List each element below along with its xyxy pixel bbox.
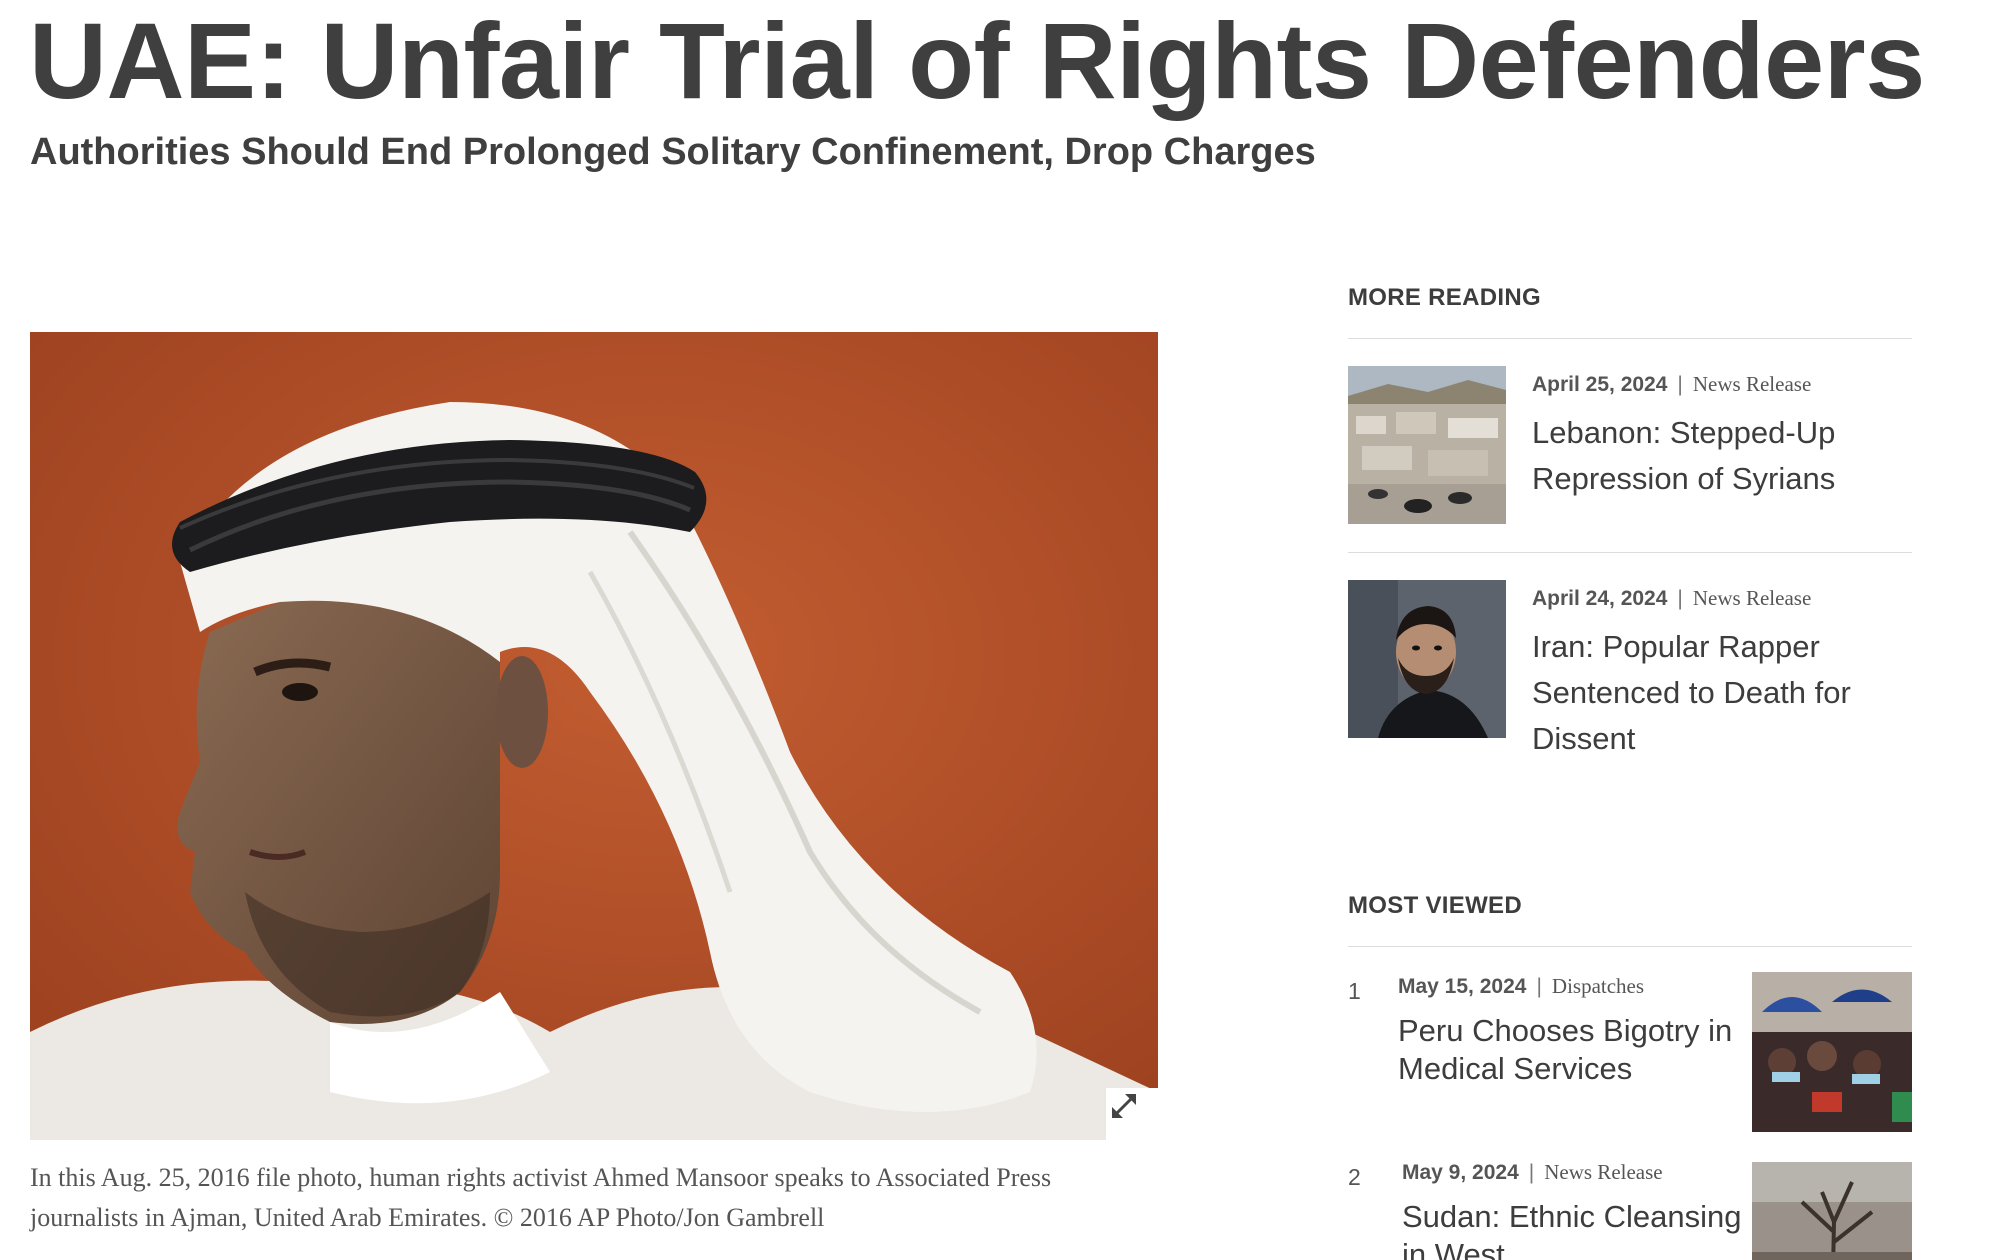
article-date: April 25, 2024 [1532,373,1668,396]
meta-separator: | [1528,1161,1535,1184]
photo-caption: In this Aug. 25, 2016 file photo, human … [30,1163,1052,1232]
most-viewed-meta: May 9, 2024 | News Release [1402,1160,1663,1185]
more-reading-link[interactable]: Iran: Popular Rapper Sentenced to Death … [1532,624,1892,762]
article-type: News Release [1692,372,1812,396]
more-reading-thumbnail[interactable] [1348,366,1506,524]
meta-separator: | [1677,373,1683,396]
more-reading-thumbnail[interactable] [1348,580,1506,738]
more-reading-item[interactable]: April 25, 2024 | News Release Lebanon: Ste… [1348,366,1912,524]
hero-photo[interactable] [30,332,1158,1140]
peru-protest-photo [1752,972,1912,1132]
expand-icon [1111,1093,1137,1119]
most-viewed-divider [1348,946,1912,947]
rank-number: 2 [1348,1164,1361,1190]
article-type: News Release [1692,586,1812,610]
most-viewed-thumbnail[interactable] [1752,1162,1912,1260]
page-subtitle: Authorities Should End Prolonged Solitar… [30,131,1316,173]
more-reading-meta: April 25, 2024 | News Release [1532,372,1811,397]
most-viewed-link[interactable]: Sudan: Ethnic Cleansing in West [1402,1198,1742,1260]
more-reading-link[interactable]: Lebanon: Stepped-Up Repression of Syrian… [1532,410,1892,502]
article-date: April 24, 2024 [1532,587,1668,610]
article-date: May 9, 2024 [1402,1161,1519,1184]
article-type: Dispatches [1551,974,1645,998]
meta-separator: | [1536,975,1542,998]
article-type: News Release [1544,1160,1663,1184]
more-reading-meta: April 24, 2024 | News Release [1532,586,1811,611]
meta-separator: | [1677,587,1683,610]
iran-rapper-photo [1348,580,1506,738]
most-viewed-item[interactable]: 2 May 9, 2024 | News Release Sudan: Ethnic… [1348,1158,1912,1260]
more-reading-divider [1348,552,1912,553]
rank-number: 1 [1348,978,1361,1004]
most-viewed-item[interactable]: 1 May 15, 2024 | Dispatches Peru Chooses B… [1348,972,1912,1132]
more-reading-item[interactable]: April 24, 2024 | News Release Iran: Popula… [1348,580,1912,770]
most-viewed-heading: MOST VIEWED [1348,892,1522,919]
article-date: May 15, 2024 [1398,975,1527,998]
most-viewed-meta: May 15, 2024 | Dispatches [1398,974,1644,999]
most-viewed-thumbnail[interactable] [1752,972,1912,1132]
page-title: UAE: Unfair Trial of Rights Defenders [29,0,1925,121]
more-reading-heading: MORE READING [1348,284,1541,311]
most-viewed-link[interactable]: Peru Chooses Bigotry in Medical Services [1398,1012,1738,1088]
lebanon-camp-photo [1348,366,1506,524]
expand-image-button[interactable] [1106,1088,1158,1140]
more-reading-divider [1348,338,1912,339]
hero-photo-illustration [30,332,1158,1140]
sudan-burned-village-photo [1752,1162,1912,1260]
